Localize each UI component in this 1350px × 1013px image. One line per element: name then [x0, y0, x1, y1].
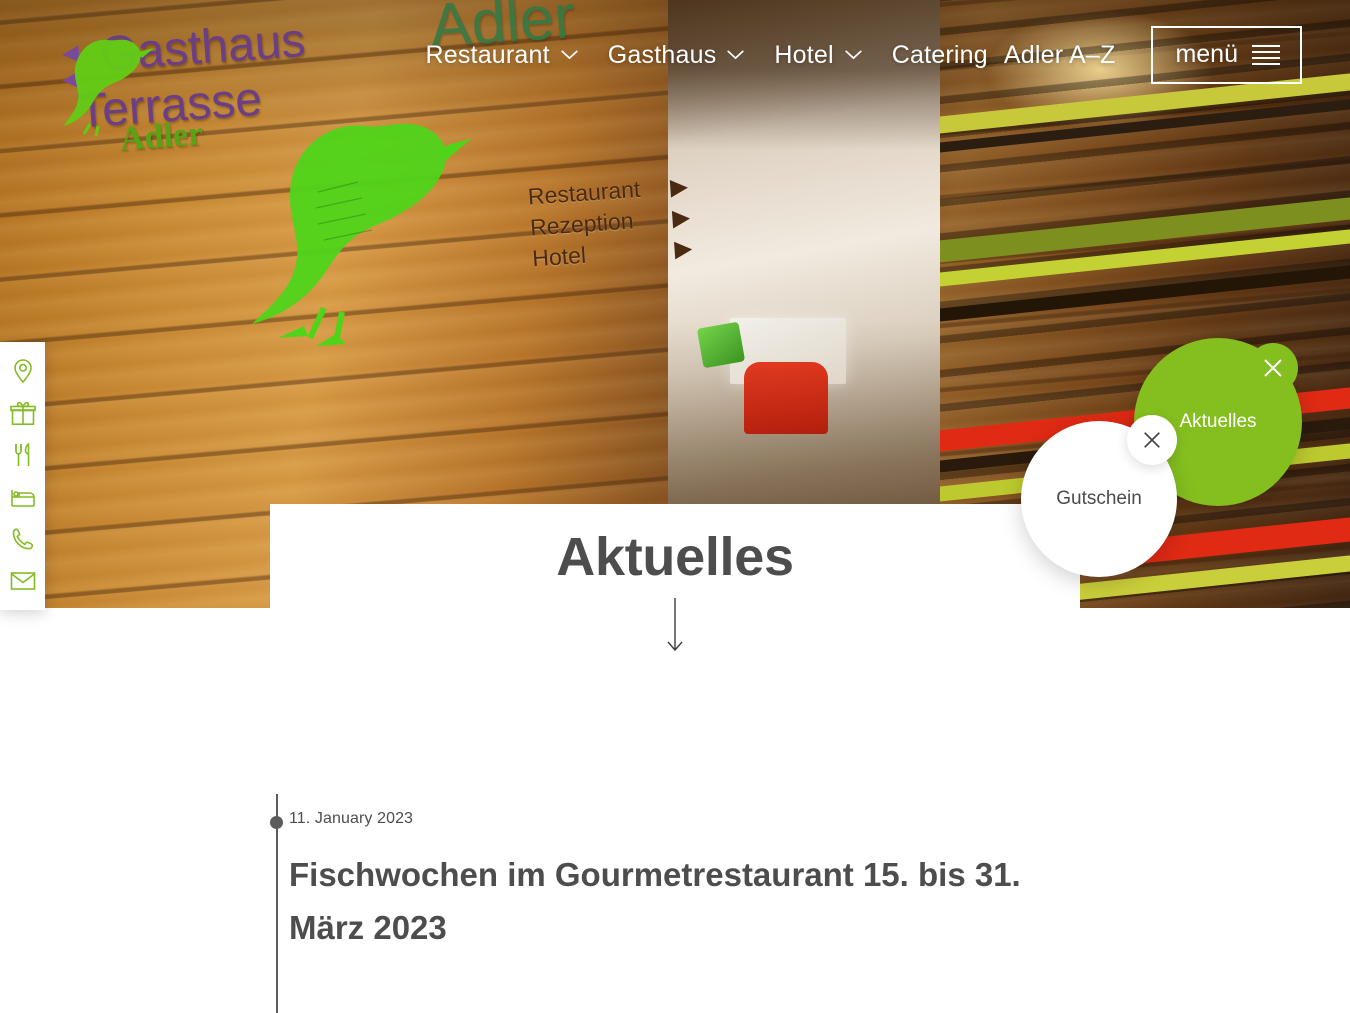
hamburger-icon: [1252, 44, 1280, 65]
location-pin-icon: [11, 358, 35, 384]
wall-sign-direction-list: ▶ Restaurant ▶ Rezeption ▶ Hotel: [527, 171, 693, 275]
gift-icon: [9, 401, 36, 426]
bubble-aktuelles-close-button[interactable]: [1248, 343, 1298, 393]
quick-action-rail: [0, 342, 45, 610]
close-icon: [1262, 357, 1284, 379]
news-article-item: 11. January 2023 Fischwochen im Gourmetr…: [289, 810, 1079, 954]
nav-item-catering[interactable]: Catering: [892, 41, 988, 70]
rail-item-restaurant[interactable]: [10, 442, 36, 468]
rail-item-anfahrt[interactable]: [10, 358, 36, 384]
chevron-down-icon: [845, 50, 862, 60]
rail-item-email[interactable]: [10, 568, 36, 594]
bed-icon: [10, 486, 36, 508]
bubble-label: Gutschein: [1056, 488, 1142, 509]
sign-direction-restaurant: Restaurant: [527, 175, 642, 210]
phone-icon: [10, 527, 35, 552]
scroll-down-indicator[interactable]: [0, 598, 1350, 653]
sign-direction-rezeption: Rezeption: [529, 207, 635, 241]
rail-item-hotel[interactable]: [10, 484, 36, 510]
nav-item-adler-a-z[interactable]: Adler A–Z: [1004, 41, 1116, 70]
nav-item-label: Restaurant: [425, 40, 550, 69]
hero-photo-green-cushion: [696, 321, 746, 369]
bubble-gutschein-close-button[interactable]: [1127, 415, 1177, 465]
main-navigation: Restaurant Gasthaus Hotel Catering Adler…: [0, 0, 1350, 110]
arrow-down-icon: [665, 598, 685, 653]
nav-item-label: Adler A–Z: [1003, 40, 1116, 69]
sign-direction-arrow-icon: ▶: [669, 172, 689, 200]
nav-item-restaurant[interactable]: Restaurant: [425, 40, 578, 70]
timeline-dot: [270, 816, 283, 829]
cutlery-icon: [11, 442, 35, 468]
close-icon: [1142, 430, 1162, 450]
article-title-link[interactable]: Fischwochen im Gourmetrestaurant 15. bis…: [289, 856, 1021, 946]
nav-item-hotel[interactable]: Hotel: [774, 40, 862, 70]
rail-item-gutschein[interactable]: [9, 400, 36, 426]
menu-button[interactable]: menü: [1151, 26, 1302, 84]
sign-direction-arrow-icon: ▶: [673, 234, 694, 262]
chevron-down-icon: [727, 50, 745, 60]
menu-button-label: menü: [1175, 40, 1238, 68]
nav-item-gasthaus[interactable]: Gasthaus: [608, 41, 745, 70]
mail-icon: [10, 571, 36, 591]
rail-item-telefon[interactable]: [10, 526, 36, 552]
nav-item-label: Gasthaus: [607, 40, 717, 69]
sign-direction-arrow-icon: ▶: [671, 203, 691, 231]
article-date: 11. January 2023: [289, 810, 414, 827]
chevron-down-icon: [561, 50, 578, 60]
nav-item-label: Catering: [891, 40, 988, 69]
sign-direction-hotel: Hotel: [531, 241, 587, 272]
nav-item-label: Hotel: [774, 40, 834, 69]
bubble-label: Aktuelles: [1179, 411, 1257, 432]
nav-item-list: Restaurant Gasthaus Hotel Catering Adler…: [425, 41, 1115, 70]
